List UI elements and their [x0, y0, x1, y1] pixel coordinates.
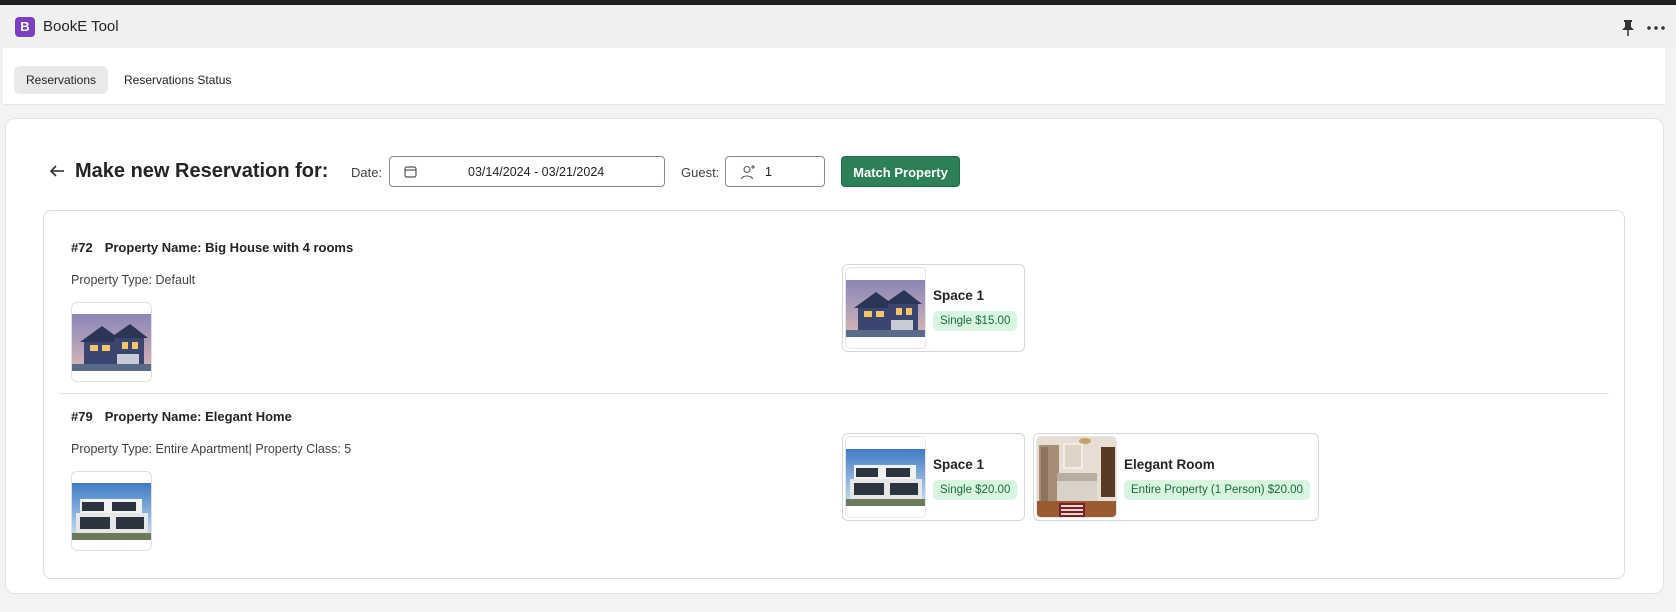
space-price-badge: Entire Property (1 Person) $20.00 — [1124, 480, 1310, 500]
space-card[interactable]: Elegant Room Entire Property (1 Person) … — [1033, 433, 1319, 521]
guest-label: Guest: — [681, 165, 720, 180]
tab-reservations[interactable]: Reservations — [14, 66, 109, 94]
pin-icon[interactable] — [1620, 19, 1636, 37]
space-image — [845, 267, 926, 349]
property-results-list — [43, 210, 1625, 579]
guest-count-value: 1 — [765, 165, 772, 179]
guest-count-input[interactable]: 1 — [725, 156, 825, 187]
property-thumbnail[interactable] — [71, 471, 152, 551]
property-name: Property Name: Elegant Home — [104, 409, 292, 424]
property-number: #72 — [71, 240, 93, 255]
property-type: Property Type: Entire Apartment| Propert… — [71, 442, 352, 456]
page-title: Make new Reservation for: — [75, 160, 329, 182]
space-name: Space 1 — [933, 288, 985, 303]
app-header: B BookE Tool — [0, 5, 1676, 48]
property-thumbnail[interactable] — [71, 302, 152, 382]
tab-reservations-status[interactable]: Reservations Status — [112, 66, 243, 94]
more-icon[interactable] — [1645, 19, 1667, 37]
property-title: #72 Property Name: Big House with 4 rooms — [71, 240, 353, 255]
space-name: Space 1 — [933, 457, 985, 472]
add-person-icon — [740, 165, 755, 180]
space-price-badge: Single $20.00 — [933, 480, 1018, 500]
app-title: BookE Tool — [43, 18, 119, 35]
app-logo: B — [15, 17, 35, 37]
tab-bar: Reservations Reservations Status — [3, 48, 1665, 105]
date-range-value: 03/14/2024 - 03/21/2024 — [468, 165, 605, 179]
property-type: Property Type: Default — [71, 273, 196, 287]
calendar-icon — [404, 166, 417, 178]
property-number: #79 — [71, 409, 93, 424]
space-image — [845, 436, 926, 518]
space-image — [1036, 436, 1117, 518]
space-card[interactable]: Space 1 Single $15.00 — [842, 264, 1025, 352]
date-label: Date: — [351, 165, 383, 180]
back-arrow-icon[interactable] — [49, 164, 65, 178]
space-card[interactable]: Space 1 Single $20.00 — [842, 433, 1025, 521]
match-property-button[interactable]: Match Property — [841, 156, 960, 187]
space-price-badge: Single $15.00 — [933, 311, 1018, 331]
space-name: Elegant Room — [1124, 457, 1215, 472]
property-name: Property Name: Big House with 4 rooms — [104, 240, 354, 255]
property-divider — [59, 393, 1609, 394]
date-range-input[interactable]: 03/14/2024 - 03/21/2024 — [389, 156, 665, 187]
property-title: #79 Property Name: Elegant Home — [71, 409, 292, 424]
